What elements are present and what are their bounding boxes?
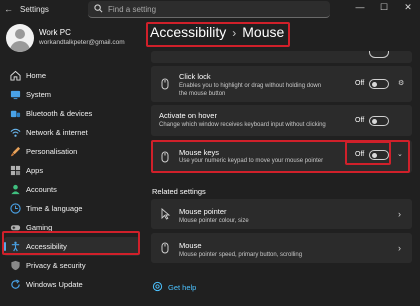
setting-title: Click lock bbox=[179, 72, 211, 81]
sidebar-item-bluetooth[interactable]: Bluetooth & devices bbox=[4, 104, 140, 123]
click-lock-toggle[interactable] bbox=[369, 79, 389, 89]
update-icon bbox=[11, 279, 20, 289]
pointer-icon bbox=[161, 208, 171, 220]
mouse-icon bbox=[161, 242, 169, 254]
sidebar-item-label: Home bbox=[26, 71, 47, 80]
sidebar-item-personalisation[interactable]: Personalisation bbox=[4, 142, 140, 161]
highlight-box-accessibility bbox=[2, 231, 140, 255]
setting-title: Activate on hover bbox=[159, 111, 217, 120]
sidebar-item-label: Accounts bbox=[26, 185, 57, 194]
shield-icon bbox=[11, 260, 20, 271]
help-icon bbox=[152, 281, 163, 292]
search-icon bbox=[94, 4, 103, 13]
sidebar-item-label: System bbox=[26, 90, 52, 99]
sidebar-item-label: Apps bbox=[26, 166, 44, 175]
setting-description: Mouse pointer colour, size bbox=[179, 218, 249, 224]
setting-title: Mouse pointer bbox=[179, 207, 227, 216]
avatar bbox=[6, 24, 34, 52]
sidebar-item-windows-update[interactable]: Windows Update bbox=[4, 275, 140, 294]
sidebar-item-label: Privacy & security bbox=[26, 261, 86, 270]
minimize-icon[interactable]: — bbox=[352, 2, 368, 12]
maximize-icon[interactable]: ☐ bbox=[376, 2, 392, 13]
related-mouse-pointer[interactable]: Mouse pointer Mouse pointer colour, size… bbox=[151, 199, 412, 229]
get-help-link[interactable]: Get help bbox=[168, 283, 196, 292]
sidebar-item-label: Bluetooth & devices bbox=[26, 109, 93, 118]
apps-icon bbox=[10, 165, 21, 176]
person-icon bbox=[11, 184, 20, 195]
sidebar-item-label: Time & language bbox=[26, 204, 83, 213]
title-bar: ← Settings Find a setting — ☐ ✕ bbox=[0, 0, 420, 22]
sidebar-item-privacy[interactable]: Privacy & security bbox=[4, 256, 140, 275]
toggle-switch[interactable] bbox=[369, 51, 389, 58]
activate-on-hover-toggle[interactable] bbox=[369, 116, 389, 126]
sidebar-item-apps[interactable]: Apps bbox=[4, 161, 140, 180]
mouse-icon bbox=[161, 78, 169, 90]
chevron-right-icon: › bbox=[398, 243, 401, 253]
sidebar-nav: Home System Bluetooth & devices Network … bbox=[0, 66, 145, 294]
sidebar-item-accounts[interactable]: Accounts bbox=[4, 180, 140, 199]
bluetooth-devices-icon bbox=[10, 110, 21, 118]
wifi-icon bbox=[10, 128, 21, 137]
sidebar-item-label: Windows Update bbox=[26, 280, 83, 289]
chevron-right-icon: › bbox=[398, 209, 401, 219]
sidebar-item-time-language[interactable]: Time & language bbox=[4, 199, 140, 218]
settings-card-partial bbox=[151, 51, 412, 63]
back-arrow-icon[interactable]: ← bbox=[4, 4, 13, 14]
monitor-icon bbox=[10, 90, 21, 100]
setting-description: Change which window receives keyboard in… bbox=[159, 122, 326, 128]
toggle-state-label: Off bbox=[355, 117, 365, 124]
profile-name: Work PC bbox=[39, 28, 71, 37]
sidebar-item-label: Personalisation bbox=[26, 147, 78, 156]
sidebar-item-label: Network & internet bbox=[26, 128, 88, 137]
highlight-box-toggle bbox=[345, 141, 391, 165]
setting-description: Mouse pointer speed, primary button, scr… bbox=[179, 252, 303, 258]
toggle-state-label: Off bbox=[355, 80, 365, 87]
gear-icon[interactable]: ⚙ bbox=[398, 79, 404, 87]
search-input[interactable]: Find a setting bbox=[108, 5, 156, 14]
setting-activate-on-hover[interactable]: Activate on hover Change which window re… bbox=[151, 105, 412, 136]
sidebar-item-system[interactable]: System bbox=[4, 85, 140, 104]
app-title: Settings bbox=[20, 5, 49, 14]
home-icon bbox=[10, 70, 21, 81]
sidebar-item-home[interactable]: Home bbox=[4, 66, 140, 85]
setting-description: Enables you to highlight or drag without… bbox=[179, 83, 322, 97]
user-profile[interactable]: Work PC workandtalkpeter@gmail.com bbox=[4, 22, 144, 58]
related-mouse[interactable]: Mouse Mouse pointer speed, primary butto… bbox=[151, 233, 412, 263]
setting-click-lock[interactable]: Click lock Enables you to highlight or d… bbox=[151, 66, 412, 102]
setting-title: Mouse bbox=[179, 241, 202, 250]
paintbrush-icon bbox=[10, 146, 21, 157]
search-box[interactable]: Find a setting bbox=[88, 1, 330, 18]
highlight-box-heading bbox=[146, 22, 290, 47]
close-icon[interactable]: ✕ bbox=[400, 2, 416, 13]
sidebar-item-network[interactable]: Network & internet bbox=[4, 123, 140, 142]
section-heading-related: Related settings bbox=[152, 187, 206, 196]
globe-clock-icon bbox=[10, 203, 21, 214]
profile-email: workandtalkpeter@gmail.com bbox=[39, 39, 125, 46]
